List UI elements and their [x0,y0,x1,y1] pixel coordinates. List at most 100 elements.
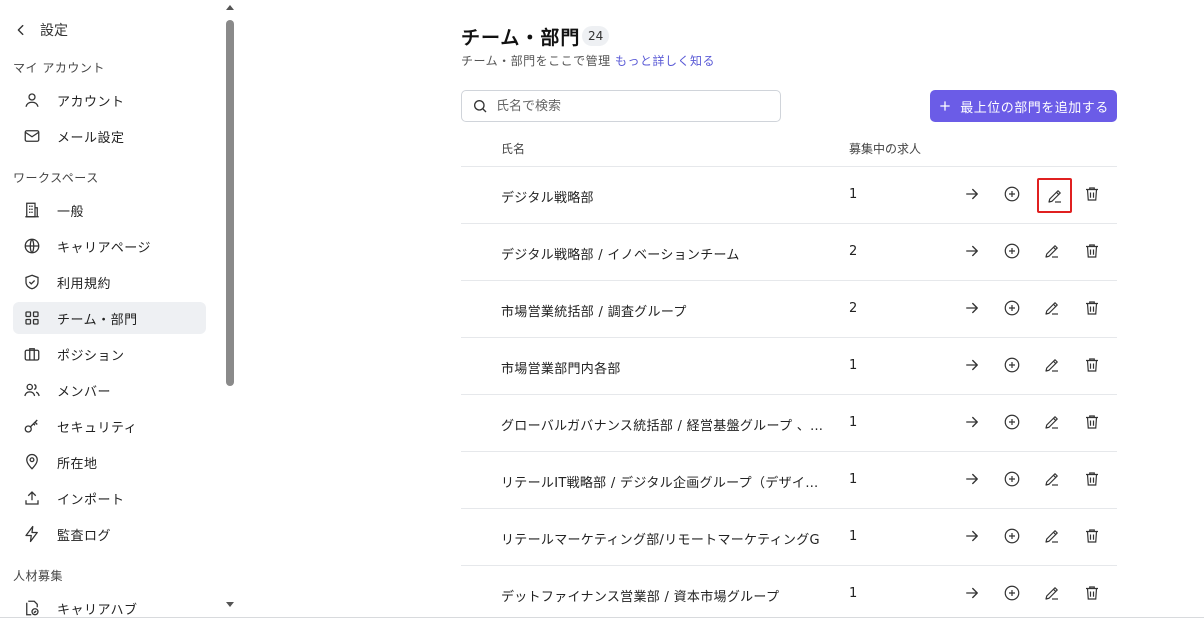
grid-icon [23,309,41,327]
back-button[interactable]: 設定 [14,18,68,42]
delete-department-button[interactable] [1076,463,1108,495]
sidebar-item-general[interactable]: 一般 [13,194,206,226]
sidebar-item-import[interactable]: インポート [13,482,206,514]
add-subdepartment-button[interactable] [996,235,1028,267]
section-title-recruit: 人材募集 [13,569,64,583]
globe-icon [23,237,41,255]
page-subtitle: チーム・部門をここで管理 もっと詳しく知る [461,52,715,69]
trash-icon [1083,185,1101,203]
department-name: グローバルガバナンス統括部 / 経営基盤グループ 、シ… [501,419,831,434]
trash-icon [1083,242,1101,260]
open-department-button[interactable] [956,463,988,495]
department-name: 市場営業統括部 / 調査グループ [501,305,687,320]
delete-department-button[interactable] [1076,178,1108,210]
delete-department-button[interactable] [1076,577,1108,609]
add-subdepartment-button[interactable] [996,463,1028,495]
learn-more-link[interactable]: もっと詳しく知る [615,54,715,68]
open-department-button[interactable] [956,235,988,267]
upload-icon [23,489,41,507]
sidebar-item-label: キャリアページ [57,240,151,256]
search-icon [474,100,487,113]
sidebar-item-members[interactable]: メンバー [13,374,206,406]
add-top-department-button[interactable]: 最上位の部門を追加する [930,90,1117,122]
scroll-down-arrow-icon[interactable] [226,602,234,607]
delete-department-button[interactable] [1076,520,1108,552]
users-icon [23,381,41,399]
sidebar-item-account[interactable]: アカウント [13,84,206,116]
plus-circle-icon [1003,299,1021,317]
delete-department-button[interactable] [1076,349,1108,381]
briefcase-icon [23,345,41,363]
key-icon [23,417,41,435]
sidebar-item-audit-log[interactable]: 監査ログ [13,518,206,550]
add-subdepartment-button[interactable] [996,292,1028,324]
back-label: 設定 [40,23,68,39]
department-name: デジタル戦略部 / イノベーションチーム [501,248,740,263]
edit-department-button[interactable] [1036,577,1068,609]
sidebar-item-label: 監査ログ [57,528,112,544]
scroll-thumb[interactable] [226,20,234,386]
sidebar-item-label: ポジション [57,348,125,364]
sidebar-item-label: チーム・部門 [57,312,138,328]
sidebar-item-security[interactable]: セキュリティ [13,410,206,442]
edit-department-button[interactable] [1037,178,1072,213]
section-title-account: マイ アカウント [13,61,105,75]
search-input[interactable] [496,98,766,114]
sidebar-item-label: 利用規約 [57,276,112,292]
edit-department-button[interactable] [1036,349,1068,381]
pencil-icon [1043,413,1061,431]
open-department-button[interactable] [956,406,988,438]
add-subdepartment-button[interactable] [996,577,1028,609]
open-department-button[interactable] [956,349,988,381]
edit-department-button[interactable] [1036,292,1068,324]
edit-department-button[interactable] [1036,463,1068,495]
add-subdepartment-button[interactable] [996,349,1028,381]
sidebar-item-positions[interactable]: ポジション [13,338,206,370]
department-name: 市場営業部門内各部 [501,362,621,377]
arrow-right-icon [963,242,981,260]
sidebar-item-career-hub[interactable]: キャリアハブ [13,592,206,620]
search-box[interactable] [461,90,781,122]
trash-icon [1083,356,1101,374]
open-department-button[interactable] [956,292,988,324]
edit-department-button[interactable] [1036,235,1068,267]
edit-department-button[interactable] [1036,406,1068,438]
divider [0,617,1204,618]
delete-department-button[interactable] [1076,235,1108,267]
pencil-icon [1043,527,1061,545]
sidebar-item-mail-settings[interactable]: メール設定 [13,120,206,152]
open-jobs-count: 2 [849,301,858,316]
hub-icon [23,599,41,617]
row-divider [461,166,1117,167]
plus-circle-icon [1003,356,1021,374]
edit-department-button[interactable] [1036,520,1068,552]
bolt-icon [23,525,41,543]
add-subdepartment-button[interactable] [996,406,1028,438]
open-department-button[interactable] [956,577,988,609]
open-department-button[interactable] [956,520,988,552]
arrow-right-icon [963,413,981,431]
department-name: リテールIT戦略部 / デジタル企画グループ（デザイン… [501,476,831,491]
sidebar-item-label: インポート [57,492,125,508]
arrow-right-icon [963,356,981,374]
map-pin-icon [23,453,41,471]
open-department-button[interactable] [956,178,988,210]
sidebar-scrollbar[interactable] [222,0,237,620]
add-subdepartment-button[interactable] [996,178,1028,210]
add-subdepartment-button[interactable] [996,520,1028,552]
sidebar-item-terms[interactable]: 利用規約 [13,266,206,298]
delete-department-button[interactable] [1076,292,1108,324]
scroll-up-arrow-icon[interactable] [226,5,234,10]
arrow-right-icon [963,299,981,317]
sidebar-item-label: キャリアハブ [57,602,138,618]
sidebar-item-locations[interactable]: 所在地 [13,446,206,478]
sidebar-item-career-page[interactable]: キャリアページ [13,230,206,262]
sidebar: 設定 マイ アカウント アカウント メール設定 ワークスペース 一般 キャリアペ… [0,0,222,620]
delete-department-button[interactable] [1076,406,1108,438]
row-divider [461,337,1117,338]
sidebar-item-label: メンバー [57,384,112,400]
row-divider [461,451,1117,452]
section-title-workspace: ワークスペース [13,171,99,185]
sidebar-item-teams[interactable]: チーム・部門 [13,302,206,334]
row-divider [461,223,1117,224]
